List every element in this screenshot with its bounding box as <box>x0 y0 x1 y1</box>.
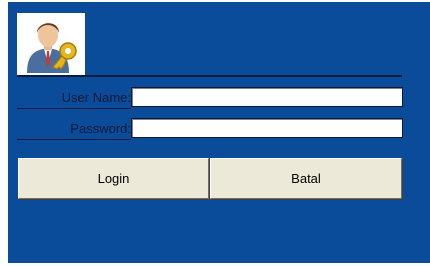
user-name-input[interactable] <box>131 87 403 107</box>
user-key-icon <box>17 13 85 75</box>
password-divider <box>17 139 131 140</box>
cancel-button[interactable]: Batal <box>210 158 402 199</box>
login-window: User Name: Password: Login Batal <box>8 2 430 263</box>
header-divider <box>17 75 402 77</box>
password-input[interactable] <box>131 118 403 138</box>
user-name-label: User Name: <box>61 90 131 105</box>
login-button[interactable]: Login <box>18 158 209 199</box>
user-name-divider <box>17 108 131 109</box>
password-label: Password: <box>70 121 131 136</box>
